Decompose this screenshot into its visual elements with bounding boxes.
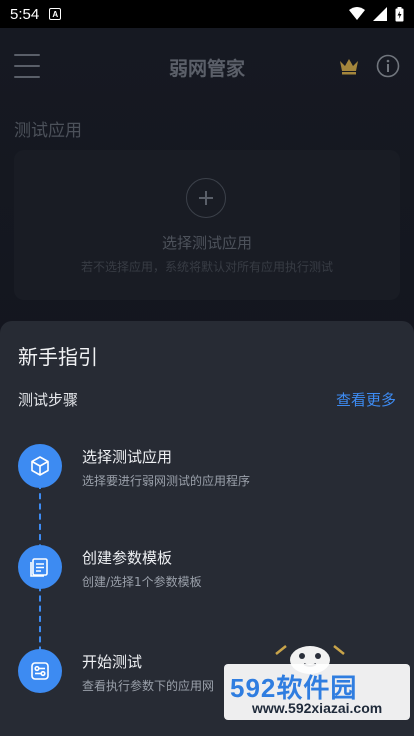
steps-label: 测试步骤 <box>18 391 79 409</box>
guide-sheet: 新手指引 测试步骤 查看更多 选择测试应用 选择要进行弱网测试的应用程序 创建参… <box>0 321 414 736</box>
template-icon <box>18 545 62 589</box>
battery-icon <box>395 6 404 21</box>
view-more-link[interactable]: 查看更多 <box>336 389 396 410</box>
signal-icon <box>373 7 387 21</box>
step-create-template: 创建参数模板 创建/选择1个参数模板 <box>18 545 398 593</box>
watermark-logo: 592软件园 www.592xiazai.com <box>224 664 410 720</box>
step-description: 查看执行参数下的应用网 <box>82 679 215 693</box>
step-title: 创建参数模板 <box>82 549 173 567</box>
cube-icon <box>18 444 62 488</box>
notification-icon: A <box>49 8 62 20</box>
status-bar: 5:54 A <box>0 0 414 28</box>
step-select-app: 选择测试应用 选择要进行弱网测试的应用程序 <box>18 444 398 492</box>
wifi-icon <box>349 7 365 20</box>
status-icons <box>349 6 404 22</box>
step-description: 选择要进行弱网测试的应用程序 <box>82 474 251 488</box>
sheet-title: 新手指引 <box>18 345 98 369</box>
step-title: 选择测试应用 <box>82 448 173 466</box>
status-time: 5:54 <box>10 5 40 23</box>
step-title: 开始测试 <box>82 653 143 671</box>
settings-sliders-icon <box>18 649 62 693</box>
step-description: 创建/选择1个参数模板 <box>82 575 202 589</box>
watermark-url: www.592xiazai.com <box>252 700 383 716</box>
